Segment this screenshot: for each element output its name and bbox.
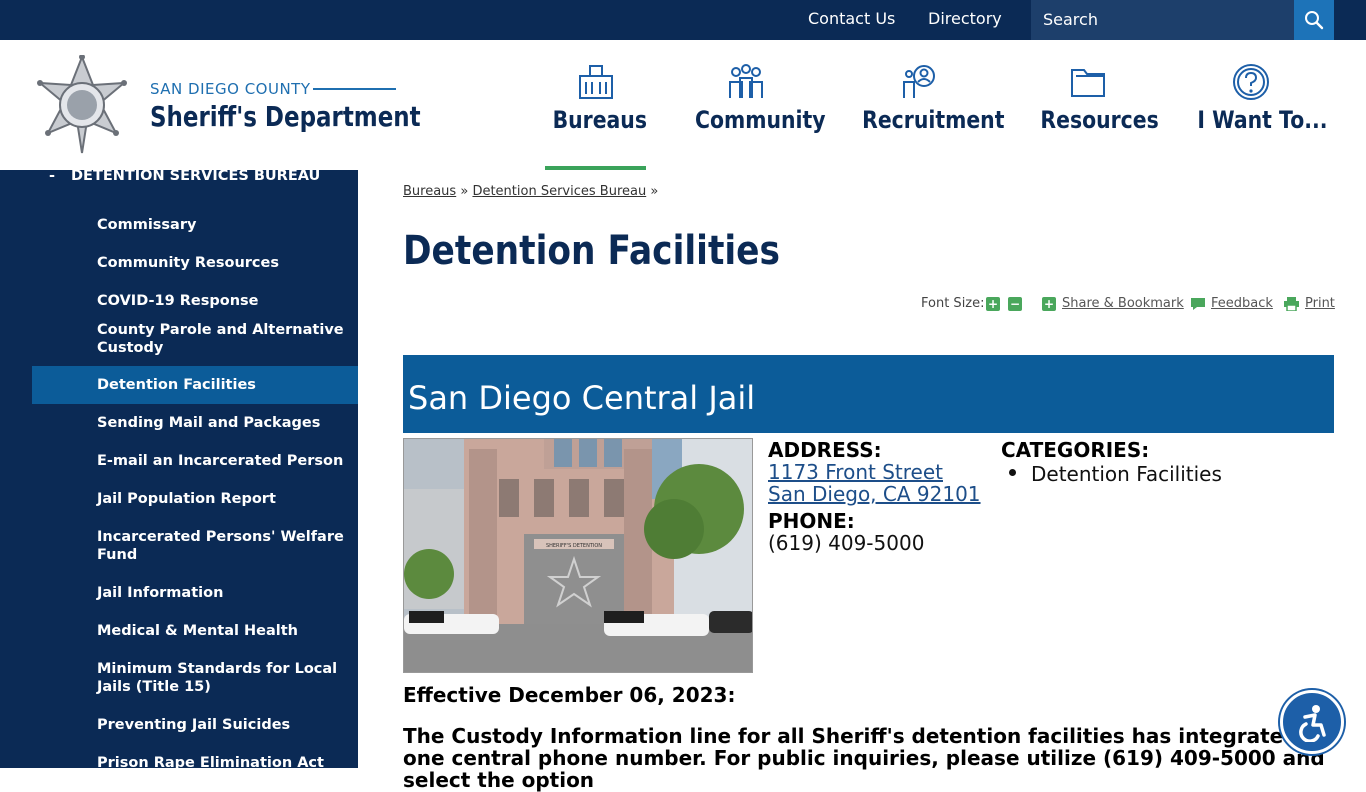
collapse-marker[interactable]: - — [49, 170, 71, 184]
recruit-icon — [902, 65, 935, 98]
search-input[interactable]: Search — [1031, 0, 1294, 40]
feedback-link[interactable]: Feedback — [1211, 296, 1273, 311]
building-icon — [578, 65, 613, 99]
nav-i-want-to[interactable]: I Want To... — [1188, 40, 1328, 170]
print-link[interactable]: Print — [1305, 296, 1335, 311]
breadcrumb: Bureaus » Detention Services Bureau » — [403, 184, 658, 199]
nav-label: Resources — [1040, 106, 1159, 134]
sidebar-item-minimum-standards[interactable]: Minimum Standards for Local Jails (Title… — [32, 650, 358, 696]
folder-icon — [1071, 69, 1105, 97]
phone-number: (619) 409-5000 — [768, 531, 925, 555]
sidebar-item-community-resources[interactable]: Community Resources — [32, 244, 358, 282]
nav-label: Bureaus — [552, 106, 647, 134]
brand-divider — [313, 88, 396, 90]
accessibility-icon — [1299, 705, 1326, 742]
sheriff-badge-logo[interactable] — [32, 55, 132, 155]
address-label: ADDRESS: — [768, 438, 882, 462]
bullet — [1009, 469, 1016, 476]
sidebar-item-county-parole[interactable]: County Parole and Alternative Custody — [32, 320, 358, 366]
sidebar-section[interactable]: - DETENTION SERVICES BUREAU — [49, 170, 320, 184]
breadcrumb-bureaus[interactable]: Bureaus — [403, 184, 456, 199]
page-title: Detention Facilities — [403, 228, 780, 274]
directory-link[interactable]: Directory — [928, 9, 1002, 28]
nav-label: I Want To... — [1197, 106, 1328, 134]
breadcrumb-separator: » — [650, 184, 659, 199]
categories-label: CATEGORIES: — [1001, 438, 1150, 462]
breadcrumb-separator: » — [460, 184, 469, 199]
site-header: SAN DIEGO COUNTY Sheriff's Department Bu… — [0, 40, 1366, 170]
notice-text: The Custody Information line for all She… — [403, 724, 1328, 792]
people-icon — [729, 64, 763, 98]
sidebar-item-preventing-jail-suicides[interactable]: Preventing Jail Suicides — [32, 706, 358, 744]
phone-label: PHONE: — [768, 509, 855, 533]
effective-date: Effective December 06, 2023: — [403, 683, 736, 707]
sidebar-section-label: DETENTION SERVICES BUREAU — [71, 170, 321, 184]
share-bookmark-link[interactable]: Share & Bookmark — [1062, 296, 1184, 311]
contact-us-link[interactable]: Contact Us — [808, 9, 895, 28]
font-size-label: Font Size: — [921, 296, 985, 311]
brand-title[interactable]: Sheriff's Department — [150, 100, 421, 133]
jail-building-image: SHERIFF'S DETENTION — [404, 439, 752, 672]
sidebar-nav: - DETENTION SERVICES BUREAU Commissary Co… — [0, 170, 358, 768]
font-increase-button[interactable]: + — [986, 297, 1000, 311]
search-button[interactable] — [1294, 0, 1334, 40]
sidebar-item-jail-population-report[interactable]: Jail Population Report — [32, 480, 358, 518]
sidebar-item-medical-mental-health[interactable]: Medical & Mental Health — [32, 612, 358, 650]
sidebar-item-covid-19-response[interactable]: COVID-19 Response — [32, 282, 358, 320]
nav-label: Community — [695, 106, 826, 134]
sidebar-item-prison-rape-elimination[interactable]: Prison Rape Elimination Act — [32, 744, 358, 768]
facility-header: San Diego Central Jail — [403, 355, 1334, 433]
nav-resources[interactable]: Resources — [1032, 40, 1159, 170]
utility-bar: Contact Us Directory Search — [0, 0, 1366, 40]
sidebar-item-detention-facilities[interactable]: Detention Facilities — [32, 366, 358, 404]
category-item: Detention Facilities — [1031, 462, 1222, 486]
nav-community[interactable]: Community — [686, 40, 826, 170]
print-icon[interactable] — [1284, 297, 1299, 311]
nav-recruitment[interactable]: Recruitment — [852, 40, 1005, 170]
nav-bureaus[interactable]: Bureaus — [545, 40, 647, 170]
sidebar-item-commissary[interactable]: Commissary — [32, 206, 358, 244]
feedback-icon[interactable] — [1190, 297, 1206, 311]
sidebar-item-welfare-fund[interactable]: Incarcerated Persons' Welfare Fund — [32, 518, 358, 564]
facility-photo: SHERIFF'S DETENTION — [403, 438, 753, 673]
share-plus-icon[interactable]: + — [1042, 297, 1056, 311]
search-icon — [1305, 11, 1324, 30]
accessibility-button[interactable] — [1280, 690, 1344, 754]
address-line-1-link[interactable]: 1173 Front Street — [768, 460, 943, 484]
address-line-2-link[interactable]: San Diego, CA 92101 — [768, 482, 981, 506]
sidebar-item-email-incarcerated[interactable]: E-mail an Incarcerated Person — [32, 442, 358, 480]
sidebar-item-sending-mail[interactable]: Sending Mail and Packages — [32, 404, 358, 442]
nav-label: Recruitment — [862, 106, 1005, 134]
facility-name: San Diego Central Jail — [408, 379, 756, 417]
breadcrumb-detention-services[interactable]: Detention Services Bureau — [472, 184, 646, 199]
building-sign: SHERIFF'S DETENTION — [546, 543, 602, 549]
sidebar-item-jail-information[interactable]: Jail Information — [32, 574, 358, 612]
question-icon — [1232, 64, 1269, 100]
brand-county: SAN DIEGO COUNTY — [150, 80, 311, 98]
font-decrease-button[interactable]: − — [1008, 297, 1022, 311]
